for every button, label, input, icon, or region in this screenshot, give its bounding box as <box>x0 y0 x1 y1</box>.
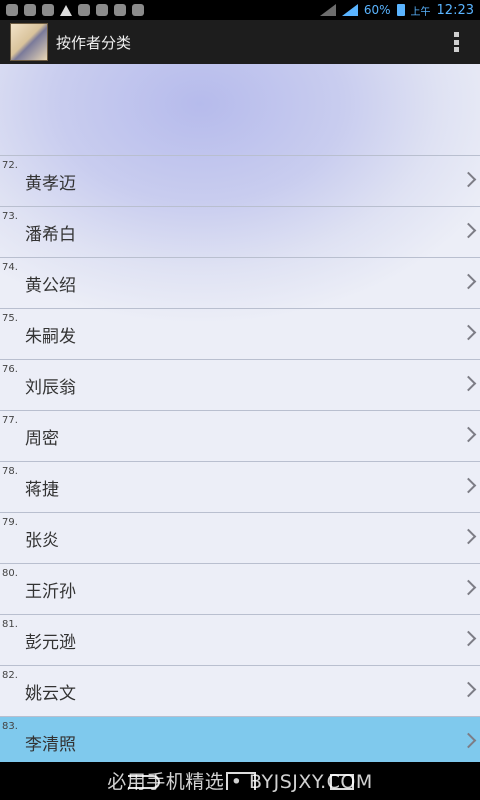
chevron-right-icon <box>460 222 477 239</box>
navigation-bar: 必用手机精选 • BYJSJXY.COM <box>0 762 480 800</box>
author-name: 朱嗣发 <box>25 327 76 347</box>
chevron-right-icon <box>460 324 477 341</box>
dot-icon <box>453 47 459 52</box>
chevron-right-icon <box>460 171 477 188</box>
author-name: 李清照 <box>25 735 76 755</box>
item-index: 81. <box>2 619 18 630</box>
author-list-item[interactable]: 79. 张炎 <box>0 513 480 564</box>
list-header-spacer <box>0 64 480 156</box>
item-index: 75. <box>2 313 18 324</box>
author-name: 黄孝迈 <box>25 174 76 194</box>
usb-icon <box>114 4 126 16</box>
author-list-item[interactable]: 80. 王沂孙 <box>0 564 480 615</box>
clock: 12:23 <box>436 2 474 18</box>
author-list-item[interactable]: 74. 黄公绍 <box>0 258 480 309</box>
author-name: 姚云文 <box>25 684 76 704</box>
dot-icon <box>453 39 459 45</box>
author-name: 潘希白 <box>25 225 76 245</box>
author-list-item[interactable]: 72. 黄孝迈 <box>0 156 480 207</box>
item-index: 79. <box>2 517 18 528</box>
battery-icon <box>396 4 405 16</box>
signal-icon <box>319 4 336 16</box>
author-name: 蒋捷 <box>25 480 59 500</box>
author-list-item[interactable]: 76. 刘辰翁 <box>0 360 480 411</box>
author-list-item[interactable]: 83. 李清照 <box>0 717 480 762</box>
item-index: 74. <box>2 262 18 273</box>
item-index: 80. <box>2 568 18 579</box>
author-list-item[interactable]: 73. 潘希白 <box>0 207 480 258</box>
app-notification-icon <box>6 4 18 16</box>
item-index: 82. <box>2 670 18 681</box>
warning-icon <box>60 4 72 16</box>
wifi-signal-icon <box>341 4 358 16</box>
system-icons: 60% 上午 12:23 <box>319 2 480 18</box>
chevron-right-icon <box>460 528 477 545</box>
author-name: 张炎 <box>25 531 59 551</box>
clean-icon <box>96 4 108 16</box>
chevron-right-icon <box>460 681 477 698</box>
page-title: 按作者分类 <box>56 33 132 52</box>
author-list-item[interactable]: 77. 周密 <box>0 411 480 462</box>
author-list-item[interactable]: 81. 彭元逊 <box>0 615 480 666</box>
cat-icon <box>132 4 144 16</box>
chevron-right-icon <box>460 477 477 494</box>
author-name: 周密 <box>25 429 59 449</box>
author-list-item[interactable]: 75. 朱嗣发 <box>0 309 480 360</box>
item-index: 73. <box>2 211 18 222</box>
action-bar: 按作者分类 <box>0 20 480 65</box>
app-notification-icon <box>42 4 54 16</box>
battery-percent: 60% <box>363 3 391 17</box>
app-logo-icon[interactable] <box>10 23 48 61</box>
status-bar: 60% 上午 12:23 <box>0 0 480 20</box>
chevron-right-icon <box>460 375 477 392</box>
author-name: 王沂孙 <box>25 582 76 602</box>
overflow-menu-button[interactable] <box>452 32 460 52</box>
chevron-right-icon <box>460 630 477 647</box>
author-list-item[interactable]: 82. 姚云文 <box>0 666 480 717</box>
author-name: 彭元逊 <box>25 633 76 653</box>
shield-icon <box>78 4 90 16</box>
chevron-right-icon <box>460 579 477 596</box>
item-index: 72. <box>2 160 18 171</box>
chevron-right-icon <box>460 273 477 290</box>
dot-icon <box>453 32 459 37</box>
item-index: 83. <box>2 721 18 732</box>
ampm-label: 上午 <box>410 6 431 18</box>
item-index: 77. <box>2 415 18 426</box>
author-list-item[interactable]: 78. 蒋捷 <box>0 462 480 513</box>
author-list-view[interactable]: 72. 黄孝迈 73. 潘希白 74. 黄公绍 75. 朱嗣发 76. 刘辰翁 77. 周密 78. 蒋捷… <box>0 64 480 762</box>
notification-icons <box>0 4 144 16</box>
watermark-text: 必用手机精选 • BYJSJXY.COM <box>107 771 373 793</box>
chevron-right-icon <box>460 732 477 749</box>
app-notification-icon <box>24 4 36 16</box>
item-index: 78. <box>2 466 18 477</box>
author-name: 黄公绍 <box>25 276 76 296</box>
author-name: 刘辰翁 <box>25 378 76 398</box>
author-list: 72. 黄孝迈 73. 潘希白 74. 黄公绍 75. 朱嗣发 76. 刘辰翁 77. 周密 78. 蒋捷… <box>0 156 480 762</box>
chevron-right-icon <box>460 426 477 443</box>
item-index: 76. <box>2 364 18 375</box>
